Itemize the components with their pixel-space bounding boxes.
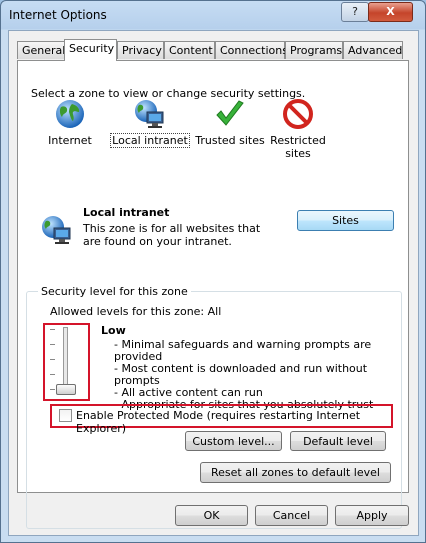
security-level-group-title: Security level for this zone	[38, 285, 191, 298]
zone-trusted-sites[interactable]: Trusted sites	[190, 98, 270, 147]
slider-tick	[50, 359, 55, 361]
security-level-name: Low	[101, 324, 126, 337]
selected-zone-title: Local intranet	[83, 206, 170, 219]
zone-label: Trusted sites	[195, 134, 265, 147]
zone-label: Local intranet	[110, 133, 190, 148]
intranet-icon	[42, 216, 71, 244]
internet-options-window: Internet Options ? X General Security Pr…	[0, 0, 426, 543]
zone-internet[interactable]: Internet	[30, 98, 110, 147]
tab-programs[interactable]: Programs	[285, 41, 343, 59]
dialog-client: General Security Privacy Content Connect…	[8, 30, 419, 536]
apply-button[interactable]: Apply	[335, 505, 409, 526]
help-button[interactable]: ?	[341, 2, 369, 22]
allowed-levels-label: Allowed levels for this zone: All	[50, 305, 222, 318]
slider-tick	[50, 344, 55, 346]
slider-tick	[50, 389, 55, 391]
window-title: Internet Options	[9, 8, 107, 22]
ok-button[interactable]: OK	[175, 505, 248, 526]
slider-tick	[50, 374, 55, 376]
cancel-button[interactable]: Cancel	[255, 505, 328, 526]
zone-restricted-sites[interactable]: Restricted sites	[262, 98, 334, 160]
restricted-icon	[283, 99, 313, 129]
close-button[interactable]: X	[368, 2, 413, 22]
tab-security[interactable]: Security	[64, 39, 117, 61]
slider-tick	[50, 329, 55, 331]
custom-level-button[interactable]: Custom level...	[185, 431, 282, 451]
tab-content[interactable]: Content	[164, 41, 215, 59]
security-level-slider[interactable]	[50, 327, 80, 397]
zone-label: Internet	[48, 134, 92, 147]
protected-mode-checkbox[interactable]	[59, 409, 72, 422]
intranet-icon	[135, 100, 164, 128]
globe-icon	[56, 100, 84, 128]
selected-zone-description: This zone is for all websites that are f…	[83, 222, 261, 248]
slider-thumb[interactable]	[56, 384, 76, 395]
level-point: - Minimal safeguards and warning prompts…	[114, 338, 372, 363]
zone-label: Restricted sites	[270, 134, 326, 160]
default-level-button[interactable]: Default level	[290, 431, 386, 451]
tab-general[interactable]: General	[17, 41, 65, 59]
security-tab-panel: Select a zone to view or change security…	[17, 60, 409, 529]
sites-button[interactable]: Sites	[297, 210, 394, 231]
tab-connections[interactable]: Connections	[215, 41, 288, 59]
tab-advanced[interactable]: Advanced	[343, 41, 403, 59]
reset-all-zones-button[interactable]: Reset all zones to default level	[200, 462, 391, 483]
level-point: - Most content is downloaded and run wit…	[114, 362, 368, 387]
tab-privacy[interactable]: Privacy	[117, 41, 164, 59]
title-bar[interactable]: Internet Options ? X	[1, 1, 425, 29]
checkmark-icon	[216, 100, 244, 126]
zone-local-intranet[interactable]: Local intranet	[110, 98, 190, 148]
security-level-description: - Minimal safeguards and warning prompts…	[114, 339, 408, 411]
